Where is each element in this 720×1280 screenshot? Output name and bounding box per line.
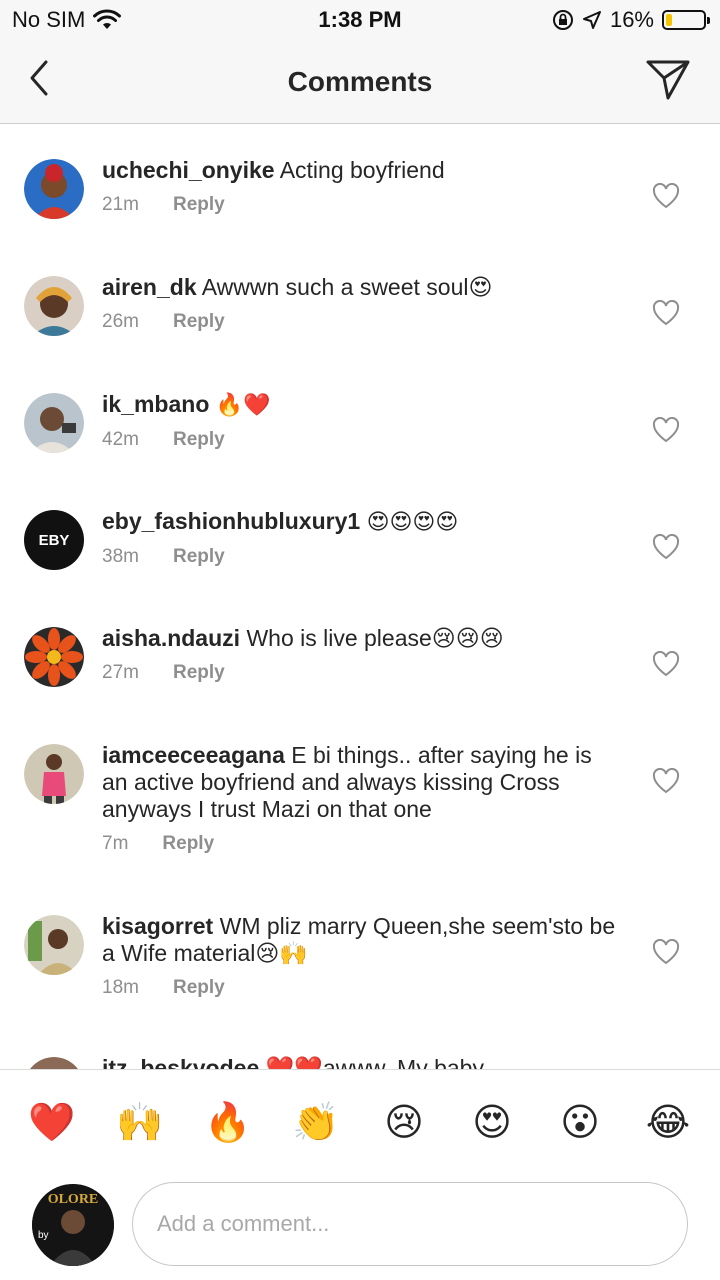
- comment-username[interactable]: kisagorret: [102, 913, 213, 939]
- comment-text: Who is live please😢😢😢: [246, 625, 504, 651]
- comment-username[interactable]: itz_beskyodee: [102, 1055, 259, 1069]
- avatar[interactable]: [24, 1057, 84, 1069]
- emoji-heart-button[interactable]: ❤️: [24, 1094, 80, 1150]
- avatar[interactable]: [24, 159, 84, 219]
- emoji-laughing-button[interactable]: 😂: [640, 1094, 696, 1150]
- avatar[interactable]: [24, 915, 84, 975]
- comment-time: 7m: [102, 833, 129, 854]
- heart-icon[interactable]: [652, 534, 680, 560]
- emoji-heart-eyes-button[interactable]: 😍: [464, 1094, 520, 1150]
- battery-icon: [662, 10, 710, 30]
- comment-input-wrapper: [132, 1182, 688, 1266]
- avatar[interactable]: [24, 393, 84, 453]
- avatar-brand-text: OLORE: [47, 1192, 99, 1207]
- comment-text: 🔥❤️: [215, 393, 271, 418]
- rotation-lock-icon: [552, 10, 573, 30]
- share-button[interactable]: [644, 56, 692, 104]
- comment-username[interactable]: airen_dk: [102, 274, 197, 300]
- comment-composer: OLORE by: [0, 1174, 720, 1280]
- battery-level: [666, 14, 672, 26]
- comment-text: 😍😍😍😍: [366, 510, 459, 535]
- avatar[interactable]: EBY: [24, 510, 84, 570]
- avatar-brand-sub: by: [38, 1230, 49, 1241]
- comment-username[interactable]: ik_mbano: [102, 391, 209, 417]
- heart-icon[interactable]: [652, 183, 680, 209]
- comment-time: 38m: [102, 546, 139, 567]
- reply-button[interactable]: Reply: [173, 546, 225, 568]
- reply-button[interactable]: Reply: [162, 833, 214, 855]
- comment-username[interactable]: eby_fashionhubluxury1: [102, 508, 360, 534]
- battery-percent: 16%: [609, 7, 654, 32]
- emoji-surprised-button[interactable]: 😮: [552, 1094, 608, 1150]
- reply-button[interactable]: Reply: [173, 977, 225, 999]
- emoji-fire-button[interactable]: 🔥: [200, 1094, 256, 1150]
- comment-time: 21m: [102, 194, 139, 215]
- page-title: Comments: [287, 66, 433, 97]
- comment-time: 18m: [102, 977, 139, 998]
- avatar[interactable]: [24, 627, 84, 687]
- location-arrow-icon: [582, 11, 601, 29]
- reply-button[interactable]: Reply: [173, 311, 225, 333]
- comment-username[interactable]: iamceeceeagana: [102, 742, 285, 768]
- reply-button[interactable]: Reply: [173, 194, 225, 216]
- emoji-quick-bar: ❤️ 🙌 🔥 👏 😢 😍 😮 😂: [0, 1069, 720, 1174]
- emoji-clap-button[interactable]: 👏: [288, 1094, 344, 1150]
- comment-text: Awwwn such a sweet soul😍: [201, 274, 493, 300]
- comment-input[interactable]: [133, 1183, 687, 1265]
- comments-header: Comments: [0, 40, 720, 124]
- comment-username[interactable]: aisha.ndauzi: [102, 625, 240, 651]
- heart-icon[interactable]: [652, 939, 680, 965]
- comment-time: 27m: [102, 662, 139, 683]
- paper-plane-icon: [646, 60, 690, 100]
- status-bar: No SIM 1:38 PM 16%: [0, 0, 720, 40]
- avatar[interactable]: [24, 276, 84, 336]
- my-avatar[interactable]: OLORE by: [32, 1184, 114, 1266]
- emoji-raised-hands-button[interactable]: 🙌: [112, 1094, 168, 1150]
- heart-icon[interactable]: [652, 300, 680, 326]
- avatar-logo-text: EBY: [38, 531, 70, 549]
- heart-icon[interactable]: [652, 417, 680, 443]
- heart-icon[interactable]: [652, 768, 680, 794]
- comment-time: 42m: [102, 429, 139, 450]
- heart-icon[interactable]: [652, 651, 680, 677]
- emoji-crying-button[interactable]: 😢: [376, 1094, 432, 1150]
- comment-username[interactable]: uchechi_onyike: [102, 157, 275, 183]
- comments-list[interactable]: uchechi_onyike Acting boyfriend 21m Reply…: [0, 125, 720, 1069]
- comment-text: Acting boyfriend: [279, 157, 445, 183]
- avatar[interactable]: [24, 744, 84, 804]
- reply-button[interactable]: Reply: [173, 429, 225, 451]
- comment-text: ❤️❤️awww. My baby: [265, 1055, 484, 1069]
- reply-button[interactable]: Reply: [173, 662, 225, 684]
- comment-time: 26m: [102, 311, 139, 332]
